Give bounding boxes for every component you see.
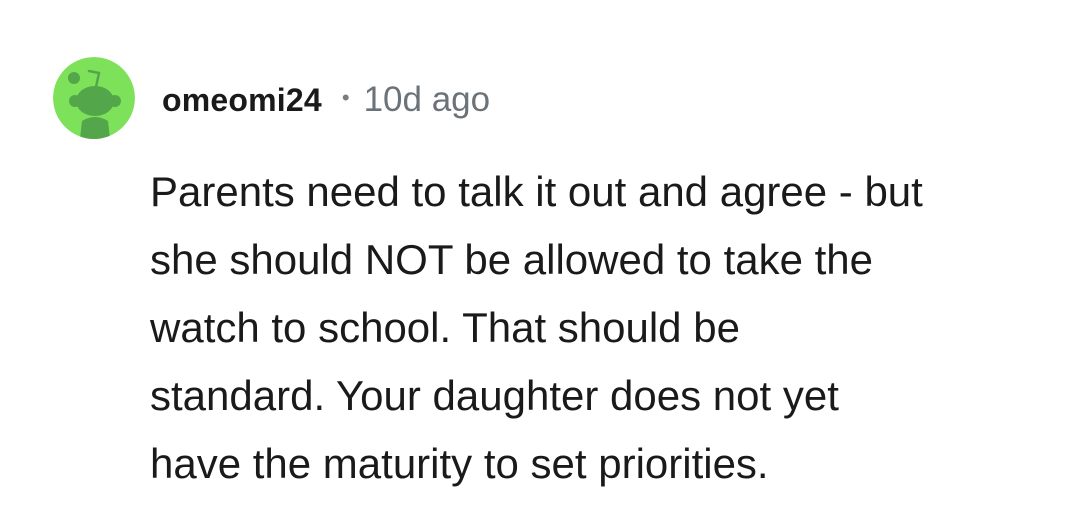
comment-timestamp: 10d ago: [363, 80, 491, 119]
snoo-avatar-icon: [53, 57, 135, 139]
user-avatar[interactable]: [53, 57, 135, 139]
separator-dot: •: [341, 85, 350, 110]
username-link[interactable]: omeomi24: [162, 82, 322, 119]
comment-body: Parents need to talk it out and agree - …: [150, 168, 923, 487]
comment-header: omeomi24 • 10d ago: [162, 78, 490, 122]
comment: omeomi24 • 10d ago Parents need to talk …: [0, 0, 1080, 530]
